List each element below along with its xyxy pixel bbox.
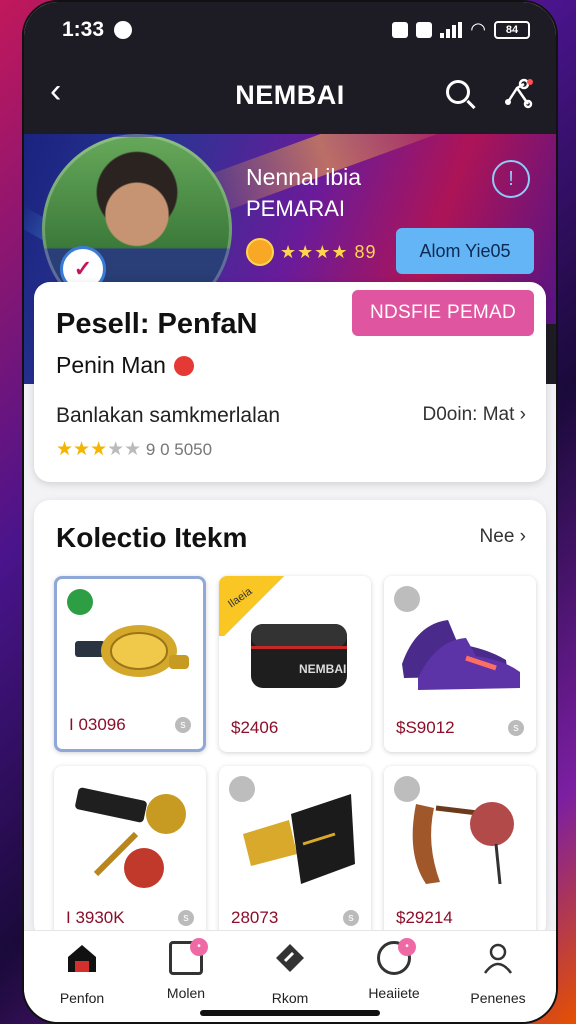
notification-badge: •: [190, 938, 208, 956]
alarm-icon: [392, 21, 409, 38]
tag-icon: s: [343, 910, 359, 926]
tag-icon: s: [175, 717, 191, 733]
rating-count: 9 0 5050: [145, 440, 213, 459]
star-empty-icon: ★★: [107, 439, 142, 460]
tab-rkom[interactable]: Rkom: [240, 941, 340, 1006]
status-dot-icon: [173, 355, 194, 376]
see-all-label: Nee: [479, 526, 515, 547]
hero-name: Nennal ibia: [246, 164, 362, 190]
search-icon[interactable]: [446, 80, 470, 104]
medal-icon: [246, 238, 274, 266]
follow-button[interactable]: Alom Yie05: [396, 228, 534, 274]
tag-shape-icon: [276, 944, 304, 972]
purple-sneakers-image: [402, 620, 520, 690]
case-label: NEMBAI: [299, 662, 347, 676]
tab-label: Penenes: [470, 990, 526, 1006]
hero-rating-text: ★★★★ 89: [280, 241, 377, 262]
player-role-text: Penin Man: [56, 352, 166, 378]
tag-icon: s: [508, 720, 524, 736]
black-case-image: [251, 624, 347, 688]
tag-icon: s: [178, 910, 194, 926]
nav-bar: ‹ NEMBAI: [24, 70, 556, 116]
tab-label: Rkom: [271, 990, 309, 1006]
notification-icon: [114, 21, 132, 39]
clipboard-icon: •: [169, 938, 208, 975]
see-all-link[interactable]: Nee ›: [480, 526, 526, 548]
tab-label: Penfon: [59, 990, 105, 1006]
message-button[interactable]: NDSFIE PEMAD: [352, 290, 534, 336]
more-link-label: D0oin: Mat: [422, 404, 515, 425]
vibrate-icon: [416, 21, 433, 38]
item-price: $2406: [231, 718, 279, 737]
gold-watch-image: [75, 625, 189, 677]
top-bar: 1:33 ◠ 84 ‹ NEMBAI: [24, 2, 556, 137]
player-role: Penin Man: [56, 352, 194, 379]
chevron-right-icon: ›: [519, 404, 526, 425]
collection-item[interactable]: $29214: [384, 766, 536, 942]
item-price: 28073: [231, 908, 279, 927]
info-icon[interactable]: !: [492, 160, 530, 198]
player-description: Banlakan samkmerlalan: [56, 404, 281, 427]
home-indicator: [200, 1010, 380, 1016]
player-rating: ★★★★★ 9 0 5050: [56, 438, 212, 461]
notification-badge: •: [398, 938, 416, 956]
tab-profile[interactable]: Penenes: [448, 941, 548, 1006]
share-icon[interactable]: [500, 76, 534, 110]
player-name: Pesell: PenfaN: [56, 308, 258, 340]
status-time: 1:33: [62, 18, 105, 41]
collection-item[interactable]: Ilaeia NEMBAI $2406: [219, 576, 371, 752]
tab-label: Molen: [166, 985, 206, 1001]
tab-heaiiete[interactable]: • Heaiiete: [344, 938, 444, 1001]
bottom-tab-bar: Penfon • Molen Rkom • Heaiiete Penenes: [24, 930, 556, 1022]
keychain-medal-image: [75, 787, 186, 888]
hero-subtitle: PEMARAI: [246, 196, 346, 221]
status-bar: 1:33 ◠ 84: [24, 16, 556, 46]
star-rating-icon: ★★★: [56, 439, 108, 460]
person-icon: [483, 943, 513, 974]
tab-home[interactable]: Penfon: [32, 941, 132, 1006]
item-price: I 03096: [69, 715, 126, 734]
item-price: $S9012: [396, 718, 455, 737]
collection-item[interactable]: I 03096 s: [54, 576, 206, 752]
item-price: $29214: [396, 908, 453, 927]
more-link[interactable]: D0oin: Mat ›: [423, 404, 526, 426]
home-icon: [68, 945, 96, 972]
location-icon: •: [377, 938, 416, 975]
tab-molen[interactable]: • Molen: [136, 938, 236, 1001]
item-price: I 3930K: [66, 908, 125, 927]
phone-screen: 1:33 ◠ 84 ‹ NEMBAI ✓ Nennal ibia PEMARAI…: [22, 0, 558, 1024]
signal-icon: [440, 21, 463, 38]
gold-glove-image: [243, 794, 355, 884]
collection-item[interactable]: I 3930K s: [54, 766, 206, 942]
leather-sling-image: [412, 802, 514, 885]
battery-icon: 84: [494, 20, 530, 39]
hero-rating: ★★★★ 89: [246, 238, 377, 266]
page-title: NEMBAI: [235, 80, 345, 110]
collection-item[interactable]: $S9012 s: [384, 576, 536, 752]
collection-item[interactable]: 28073 s: [219, 766, 371, 942]
chevron-right-icon: ›: [519, 526, 526, 547]
wifi-icon: ◠: [470, 19, 486, 39]
status-icons: ◠ 84: [392, 19, 530, 40]
collection-section: Kolectio Itekm Nee › I 03096 s Ilaeia NE…: [34, 500, 546, 942]
tab-label: Heaiiete: [368, 985, 420, 1001]
collection-title: Kolectio Itekm: [56, 522, 248, 553]
